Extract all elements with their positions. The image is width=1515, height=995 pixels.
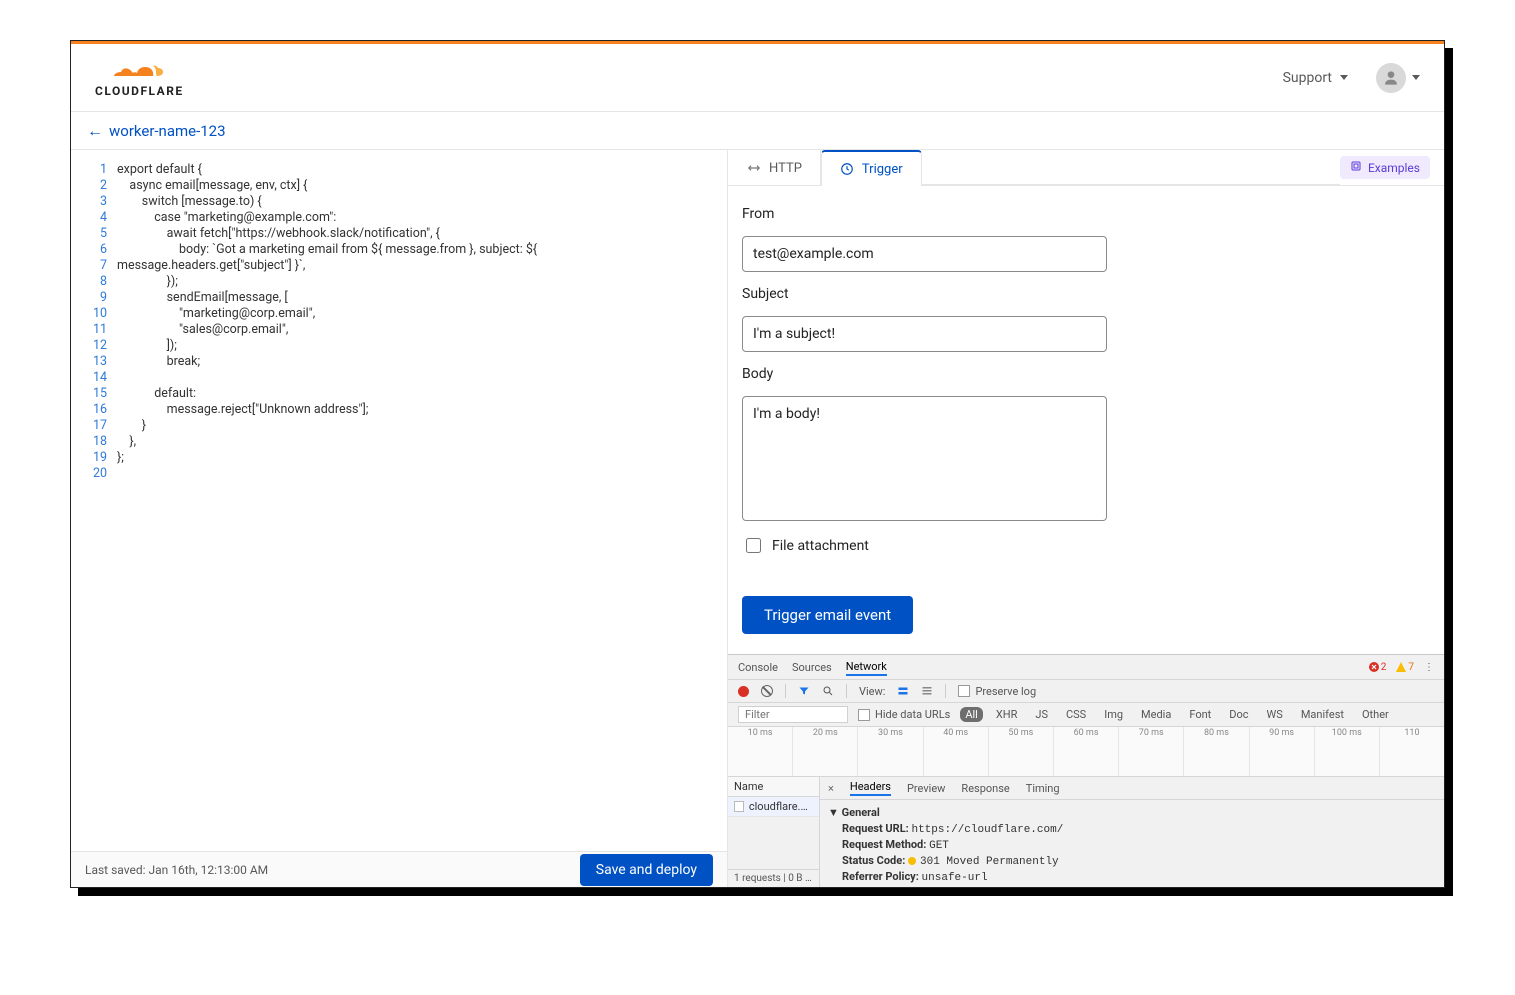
filter-type-doc[interactable]: Doc [1224, 707, 1253, 722]
trigger-form: From Subject Body File attachment Trigge… [728, 186, 1444, 654]
breadcrumb-bar: ← worker-name-123 [71, 112, 1444, 150]
logo-text: CLOUDFLARE [95, 84, 184, 98]
status-bar: Last saved: Jan 16th, 12:13:00 AM Save a… [71, 851, 727, 887]
network-summary: 1 requests | 0 B tra... [728, 869, 819, 887]
hide-data-urls[interactable]: Hide data URLs [858, 708, 950, 721]
from-input[interactable] [742, 236, 1107, 272]
examples-button[interactable]: Examples [1340, 156, 1430, 179]
filter-type-manifest[interactable]: Manifest [1296, 707, 1349, 722]
chevron-down-icon [1412, 75, 1420, 80]
devtools-more-icon[interactable]: ⋮ [1424, 662, 1434, 673]
filter-type-css[interactable]: CSS [1061, 707, 1091, 722]
detail-tab-preview[interactable]: Preview [907, 782, 945, 795]
file-attachment-row[interactable]: File attachment [742, 535, 1430, 556]
tab-trigger[interactable]: Trigger [821, 150, 922, 186]
preview-tabs: HTTP Trigger Examples [728, 150, 1444, 186]
record-button[interactable] [738, 686, 749, 697]
view-large-icon[interactable] [897, 685, 909, 697]
examples-icon [1350, 160, 1362, 175]
request-row[interactable]: cloudflare.com [728, 797, 819, 817]
detail-tab-headers[interactable]: Headers [850, 780, 891, 796]
hide-data-urls-checkbox[interactable] [858, 709, 870, 721]
detail-tab-response[interactable]: Response [961, 782, 1009, 795]
body-label: Body [742, 366, 1430, 382]
devtools-tab-network[interactable]: Network [846, 658, 887, 676]
chevron-down-icon [1340, 75, 1348, 80]
network-filter-input[interactable] [738, 706, 848, 723]
back-button[interactable]: ← worker-name-123 [83, 117, 230, 145]
favicon-icon [734, 801, 744, 812]
subject-label: Subject [742, 286, 1430, 302]
file-attachment-checkbox[interactable] [746, 538, 761, 553]
code-editor[interactable]: 1export default {2 async email[message, … [71, 150, 727, 851]
close-details-icon[interactable]: × [828, 782, 834, 795]
devtools-tab-sources[interactable]: Sources [792, 659, 832, 676]
preserve-log-checkbox[interactable] [958, 685, 970, 697]
header: CLOUDFLARE Support [71, 44, 1444, 112]
http-swap-icon [747, 161, 761, 175]
support-label: Support [1283, 70, 1332, 86]
search-icon[interactable] [822, 685, 834, 697]
file-attachment-label: File attachment [772, 538, 869, 554]
trigger-email-button[interactable]: Trigger email event [742, 596, 913, 634]
last-saved-text: Last saved: Jan 16th, 12:13:00 AM [85, 863, 268, 877]
filter-toggle-icon[interactable] [798, 685, 810, 697]
detail-tab-timing[interactable]: Timing [1026, 782, 1060, 795]
subject-input[interactable] [742, 316, 1107, 352]
filter-type-media[interactable]: Media [1136, 707, 1176, 722]
support-dropdown[interactable]: Support [1283, 70, 1348, 86]
network-timeline[interactable]: 10 ms20 ms30 ms40 ms50 ms60 ms70 ms80 ms… [728, 727, 1444, 777]
warning-badge[interactable]: 7 [1396, 662, 1414, 673]
account-menu[interactable] [1376, 63, 1420, 93]
filter-type-all[interactable]: All [960, 707, 983, 722]
view-small-icon[interactable] [921, 685, 933, 697]
filter-type-ws[interactable]: WS [1262, 707, 1288, 722]
filter-type-js[interactable]: JS [1030, 707, 1053, 722]
arrow-left-icon: ← [87, 121, 103, 141]
body-textarea[interactable] [742, 396, 1107, 521]
filter-type-xhr[interactable]: XHR [991, 707, 1023, 722]
tab-http[interactable]: HTTP [728, 150, 821, 185]
from-label: From [742, 206, 1430, 222]
devtools-tab-console[interactable]: Console [738, 659, 778, 676]
clock-icon [840, 162, 854, 176]
general-section[interactable]: ▼ General [828, 804, 1436, 821]
clear-button[interactable] [761, 685, 773, 697]
avatar-icon [1376, 63, 1406, 93]
filter-type-img[interactable]: Img [1099, 707, 1128, 722]
save-deploy-button[interactable]: Save and deploy [580, 854, 713, 886]
devtools-panel: Console Sources Network 2 7 ⋮ [728, 654, 1444, 887]
filter-type-font[interactable]: Font [1184, 707, 1216, 722]
preserve-log[interactable]: Preserve log [958, 685, 1036, 698]
name-column-header[interactable]: Name [728, 777, 819, 797]
worker-name: worker-name-123 [109, 122, 226, 140]
cloudflare-logo[interactable]: CLOUDFLARE [95, 58, 184, 98]
view-label: View: [859, 685, 885, 698]
error-badge[interactable]: 2 [1369, 662, 1387, 673]
filter-type-other[interactable]: Other [1357, 707, 1394, 722]
